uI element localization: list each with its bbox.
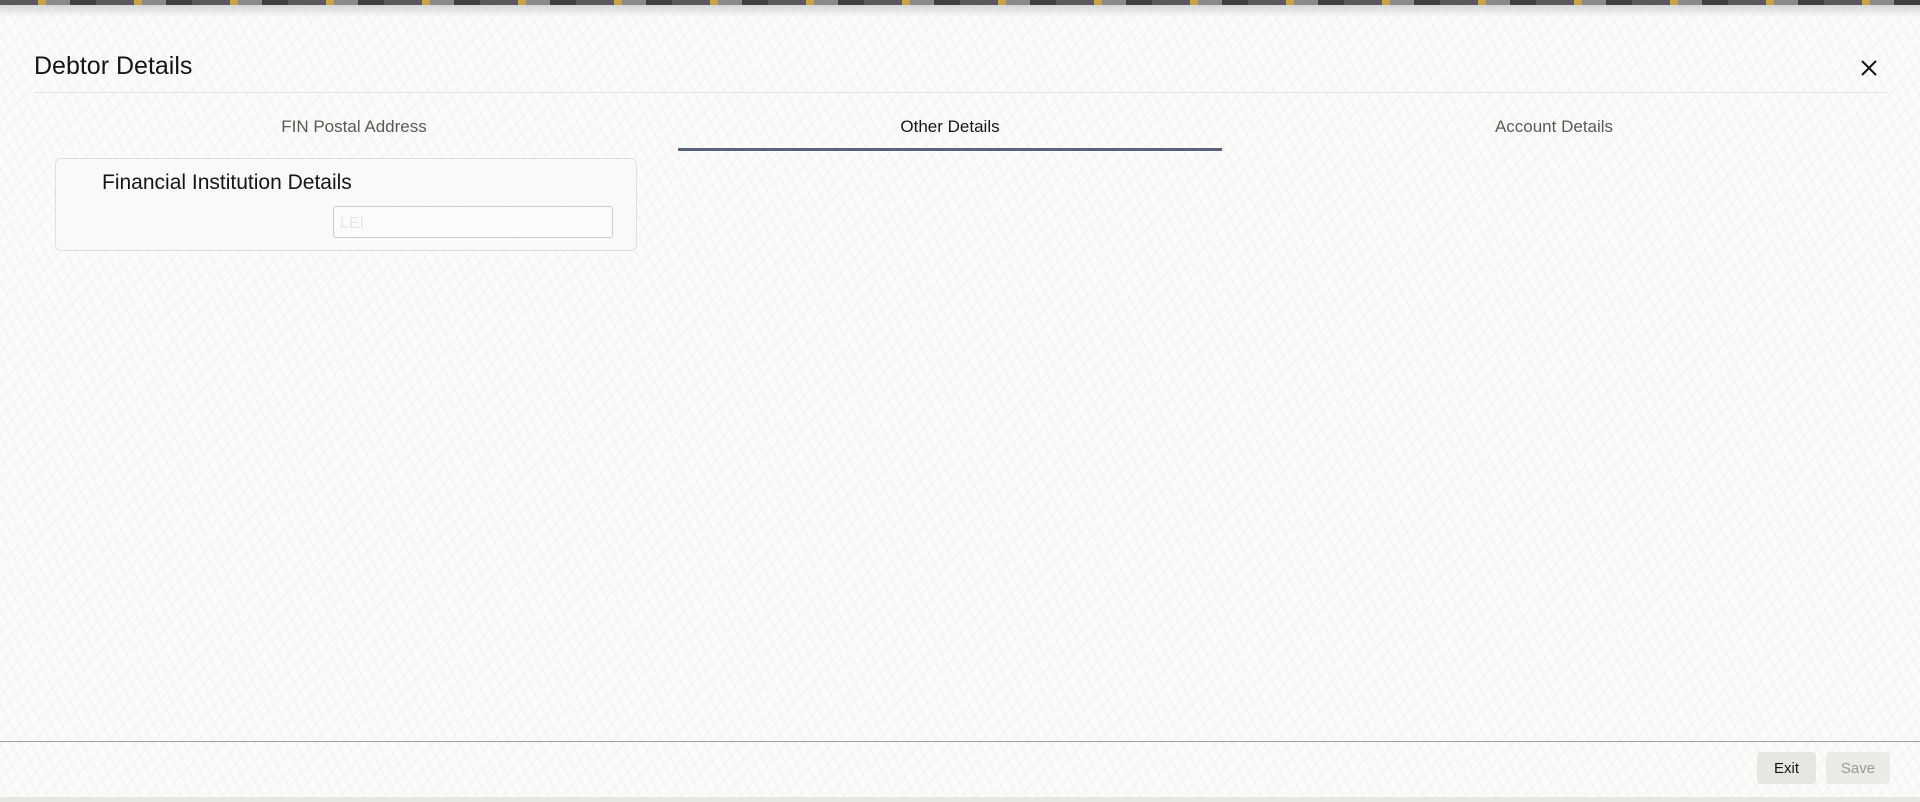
- financial-institution-details-section: Financial Institution Details LEI: [55, 158, 637, 251]
- lei-input[interactable]: [333, 206, 613, 238]
- dialog-title: Debtor Details: [34, 52, 193, 80]
- title-divider: [34, 92, 1886, 93]
- footer-divider: [0, 741, 1920, 742]
- exit-button[interactable]: Exit: [1757, 752, 1816, 784]
- tab-other-details[interactable]: Other Details: [678, 108, 1222, 151]
- tab-label: FIN Postal Address: [281, 117, 427, 136]
- tab-fin-postal-address[interactable]: FIN Postal Address: [34, 108, 674, 148]
- tab-bar: FIN Postal Address Other Details Account…: [34, 108, 1886, 151]
- close-button[interactable]: [1853, 52, 1885, 84]
- tab-account-details[interactable]: Account Details: [1222, 108, 1886, 148]
- banner-shadow: [0, 5, 1920, 17]
- save-button[interactable]: Save: [1826, 752, 1890, 784]
- tab-label: Other Details: [900, 117, 1000, 136]
- close-icon: [1861, 60, 1877, 76]
- section-heading: Financial Institution Details: [102, 171, 352, 194]
- tab-label: Account Details: [1494, 117, 1614, 136]
- footer-bottom-strip: [0, 797, 1920, 802]
